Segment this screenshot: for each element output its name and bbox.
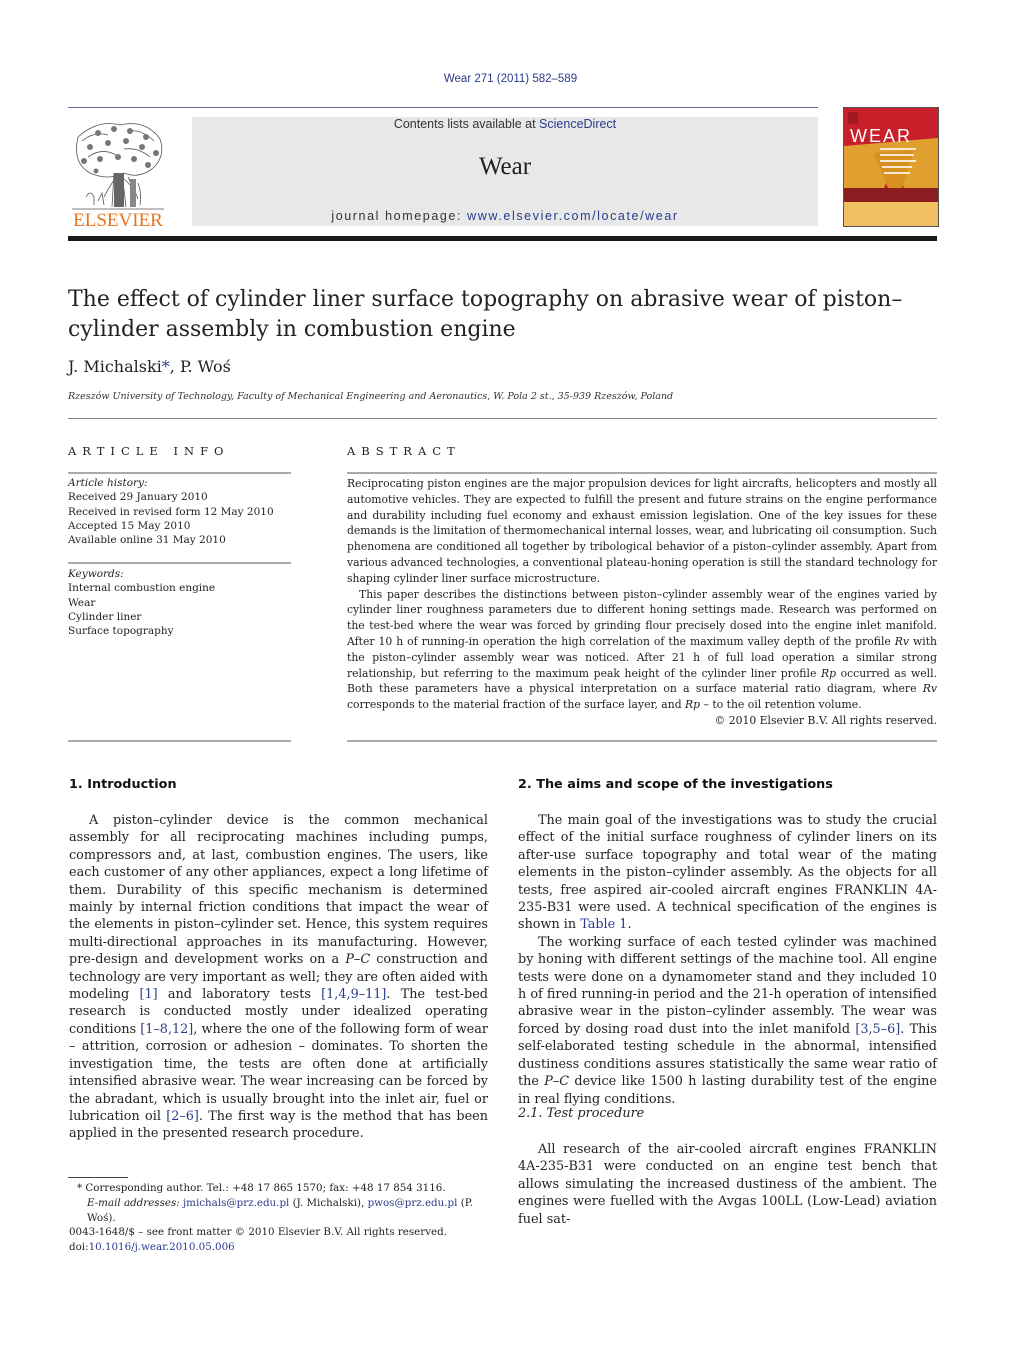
author-separator: ,: [169, 357, 180, 376]
header-rule: [68, 107, 818, 108]
history-item: Received 29 January 2010: [68, 491, 208, 504]
introduction-body: A piston–cylinder device is the common m…: [69, 812, 488, 1143]
footnote-rule: [68, 1177, 128, 1178]
abstract-text: This paper describes the distinctions be…: [347, 587, 937, 648]
author-name[interactable]: J. Michalski: [68, 357, 162, 376]
abstract-heading: ABSTRACT: [347, 444, 461, 458]
contents-line: Contents lists available at ScienceDirec…: [192, 117, 818, 131]
abstract-body: Reciprocating piston engines are the maj…: [347, 476, 937, 729]
section-heading-aims: 2. The aims and scope of the investigati…: [518, 777, 833, 792]
history-label: Article history:: [68, 477, 148, 489]
article-history: Article history: Received 29 January 201…: [68, 476, 293, 547]
divider: [347, 472, 937, 474]
doi-prefix: doi:: [69, 1241, 89, 1253]
body-text: A piston–cylinder device is the common m…: [69, 813, 488, 968]
history-item: Received in revised form 12 May 2010: [68, 505, 274, 518]
divider: [68, 472, 291, 474]
keyword: Surface topography: [68, 625, 174, 638]
body-paragraph: The main goal of the investigations was …: [518, 812, 937, 934]
doi-link[interactable]: 10.1016/j.wear.2010.05.006: [89, 1241, 235, 1253]
section-heading-introduction: 1. Introduction: [69, 777, 177, 792]
symbol-pc: P–C: [544, 1074, 570, 1090]
contents-prefix: Contents lists available at: [393, 117, 540, 131]
abstract-text: – to the oil retention volume.: [700, 698, 862, 712]
reference-link[interactable]: [1,4,9–11]: [321, 987, 386, 1002]
body-paragraph: A piston–cylinder device is the common m…: [69, 812, 488, 1143]
subsection-heading-test-procedure: 2.1. Test procedure: [518, 1106, 645, 1121]
reference-link[interactable]: [1]: [139, 987, 157, 1002]
article-title: The effect of cylinder liner surface top…: [68, 287, 903, 342]
email-owner: (J. Michalski),: [289, 1197, 368, 1209]
abstract-text: corresponds to the material fraction of …: [347, 698, 686, 712]
author-name[interactable]: P. Woś: [180, 357, 231, 376]
body-paragraph: The working surface of each tested cylin…: [518, 934, 937, 1108]
history-item: Available online 31 May 2010: [68, 534, 226, 547]
homepage-link[interactable]: www.elsevier.com/locate/wear: [467, 209, 679, 223]
cover-title: WEAR: [850, 126, 912, 146]
front-matter: 0043-1648/$ – see front matter © 2010 El…: [69, 1225, 489, 1255]
history-item: Accepted 15 May 2010: [68, 519, 191, 532]
body-text: and laboratory tests: [157, 987, 322, 1003]
abstract-paragraph: This paper describes the distinctions be…: [347, 587, 937, 713]
symbol-rv: Rv: [922, 682, 937, 696]
author-affiliation: Rzeszów University of Technology, Facult…: [68, 391, 674, 402]
divider: [68, 418, 937, 419]
body-text: device like 1500 h lasting durability te…: [518, 1074, 937, 1107]
email-label: E-mail addresses:: [87, 1197, 183, 1209]
keywords: Keywords: Internal combustion engine Wea…: [68, 567, 293, 638]
abstract-paragraph: Reciprocating piston engines are the maj…: [347, 477, 937, 585]
header-thick-rule: [68, 236, 937, 241]
reference-link[interactable]: [3,5–6]: [855, 1022, 900, 1037]
body-text: The main goal of the investigations was …: [518, 813, 937, 933]
keyword: Cylinder liner: [68, 610, 142, 623]
divider: [68, 740, 291, 742]
doi-line: doi:10.1016/j.wear.2010.05.006: [69, 1240, 489, 1255]
elsevier-tree-icon: ELSEVIER: [72, 123, 164, 231]
journal-cover-thumbnail[interactable]: WEAR: [843, 107, 939, 227]
email-link[interactable]: jmichals@prz.edu.pl: [183, 1197, 289, 1209]
symbol-pc: P–C: [345, 952, 371, 968]
homepage-line: journal homepage: www.elsevier.com/locat…: [192, 209, 818, 223]
homepage-prefix: journal homepage:: [331, 209, 468, 223]
footnote-contact: * Corresponding author. Tel.: +48 17 865…: [77, 1181, 497, 1196]
journal-masthead: Contents lists available at ScienceDirec…: [192, 117, 818, 226]
elsevier-wordmark: ELSEVIER: [73, 210, 163, 229]
divider: [68, 562, 291, 564]
corresponding-author-mark[interactable]: *: [162, 357, 170, 376]
test-procedure-body: All research of the air-cooled aircraft …: [518, 1141, 937, 1228]
corresponding-author-footnote: * Corresponding author. Tel.: +48 17 865…: [77, 1181, 497, 1226]
body-text: .: [627, 917, 632, 933]
copyright-notice: © 2010 Elsevier B.V. All rights reserved…: [714, 713, 937, 727]
footnote-emails: E-mail addresses: jmichals@prz.edu.pl (J…: [77, 1196, 497, 1226]
keyword: Wear: [68, 596, 96, 609]
table-reference-link[interactable]: Table 1: [580, 917, 627, 932]
body-paragraph: All research of the air-cooled aircraft …: [518, 1142, 937, 1227]
symbol-rp: Rp: [685, 698, 701, 712]
symbol-rp: Rp: [820, 666, 837, 680]
journal-citation[interactable]: Wear 271 (2011) 582–589: [0, 73, 1021, 85]
cover-image: WEAR: [844, 108, 938, 226]
aims-body: The main goal of the investigations was …: [518, 812, 937, 1108]
reference-link[interactable]: [1–8,12]: [140, 1022, 193, 1037]
keywords-label: Keywords:: [68, 568, 124, 580]
issn-line: 0043-1648/$ – see front matter © 2010 El…: [69, 1226, 447, 1238]
article-info-heading: ARTICLE INFO: [68, 444, 230, 458]
symbol-rv: Rv: [894, 634, 910, 648]
sciencedirect-link[interactable]: ScienceDirect: [539, 117, 616, 131]
journal-name: Wear: [478, 153, 532, 180]
author-list: J. Michalski*, P. Woś: [68, 357, 231, 376]
elsevier-logo[interactable]: ELSEVIER: [68, 117, 168, 231]
keyword: Internal combustion engine: [68, 582, 216, 595]
email-link[interactable]: pwos@prz.edu.pl: [368, 1197, 458, 1209]
divider: [347, 740, 937, 742]
reference-link[interactable]: [2–6]: [166, 1109, 199, 1124]
footnote-text: Corresponding author. Tel.: +48 17 865 1…: [82, 1182, 446, 1194]
